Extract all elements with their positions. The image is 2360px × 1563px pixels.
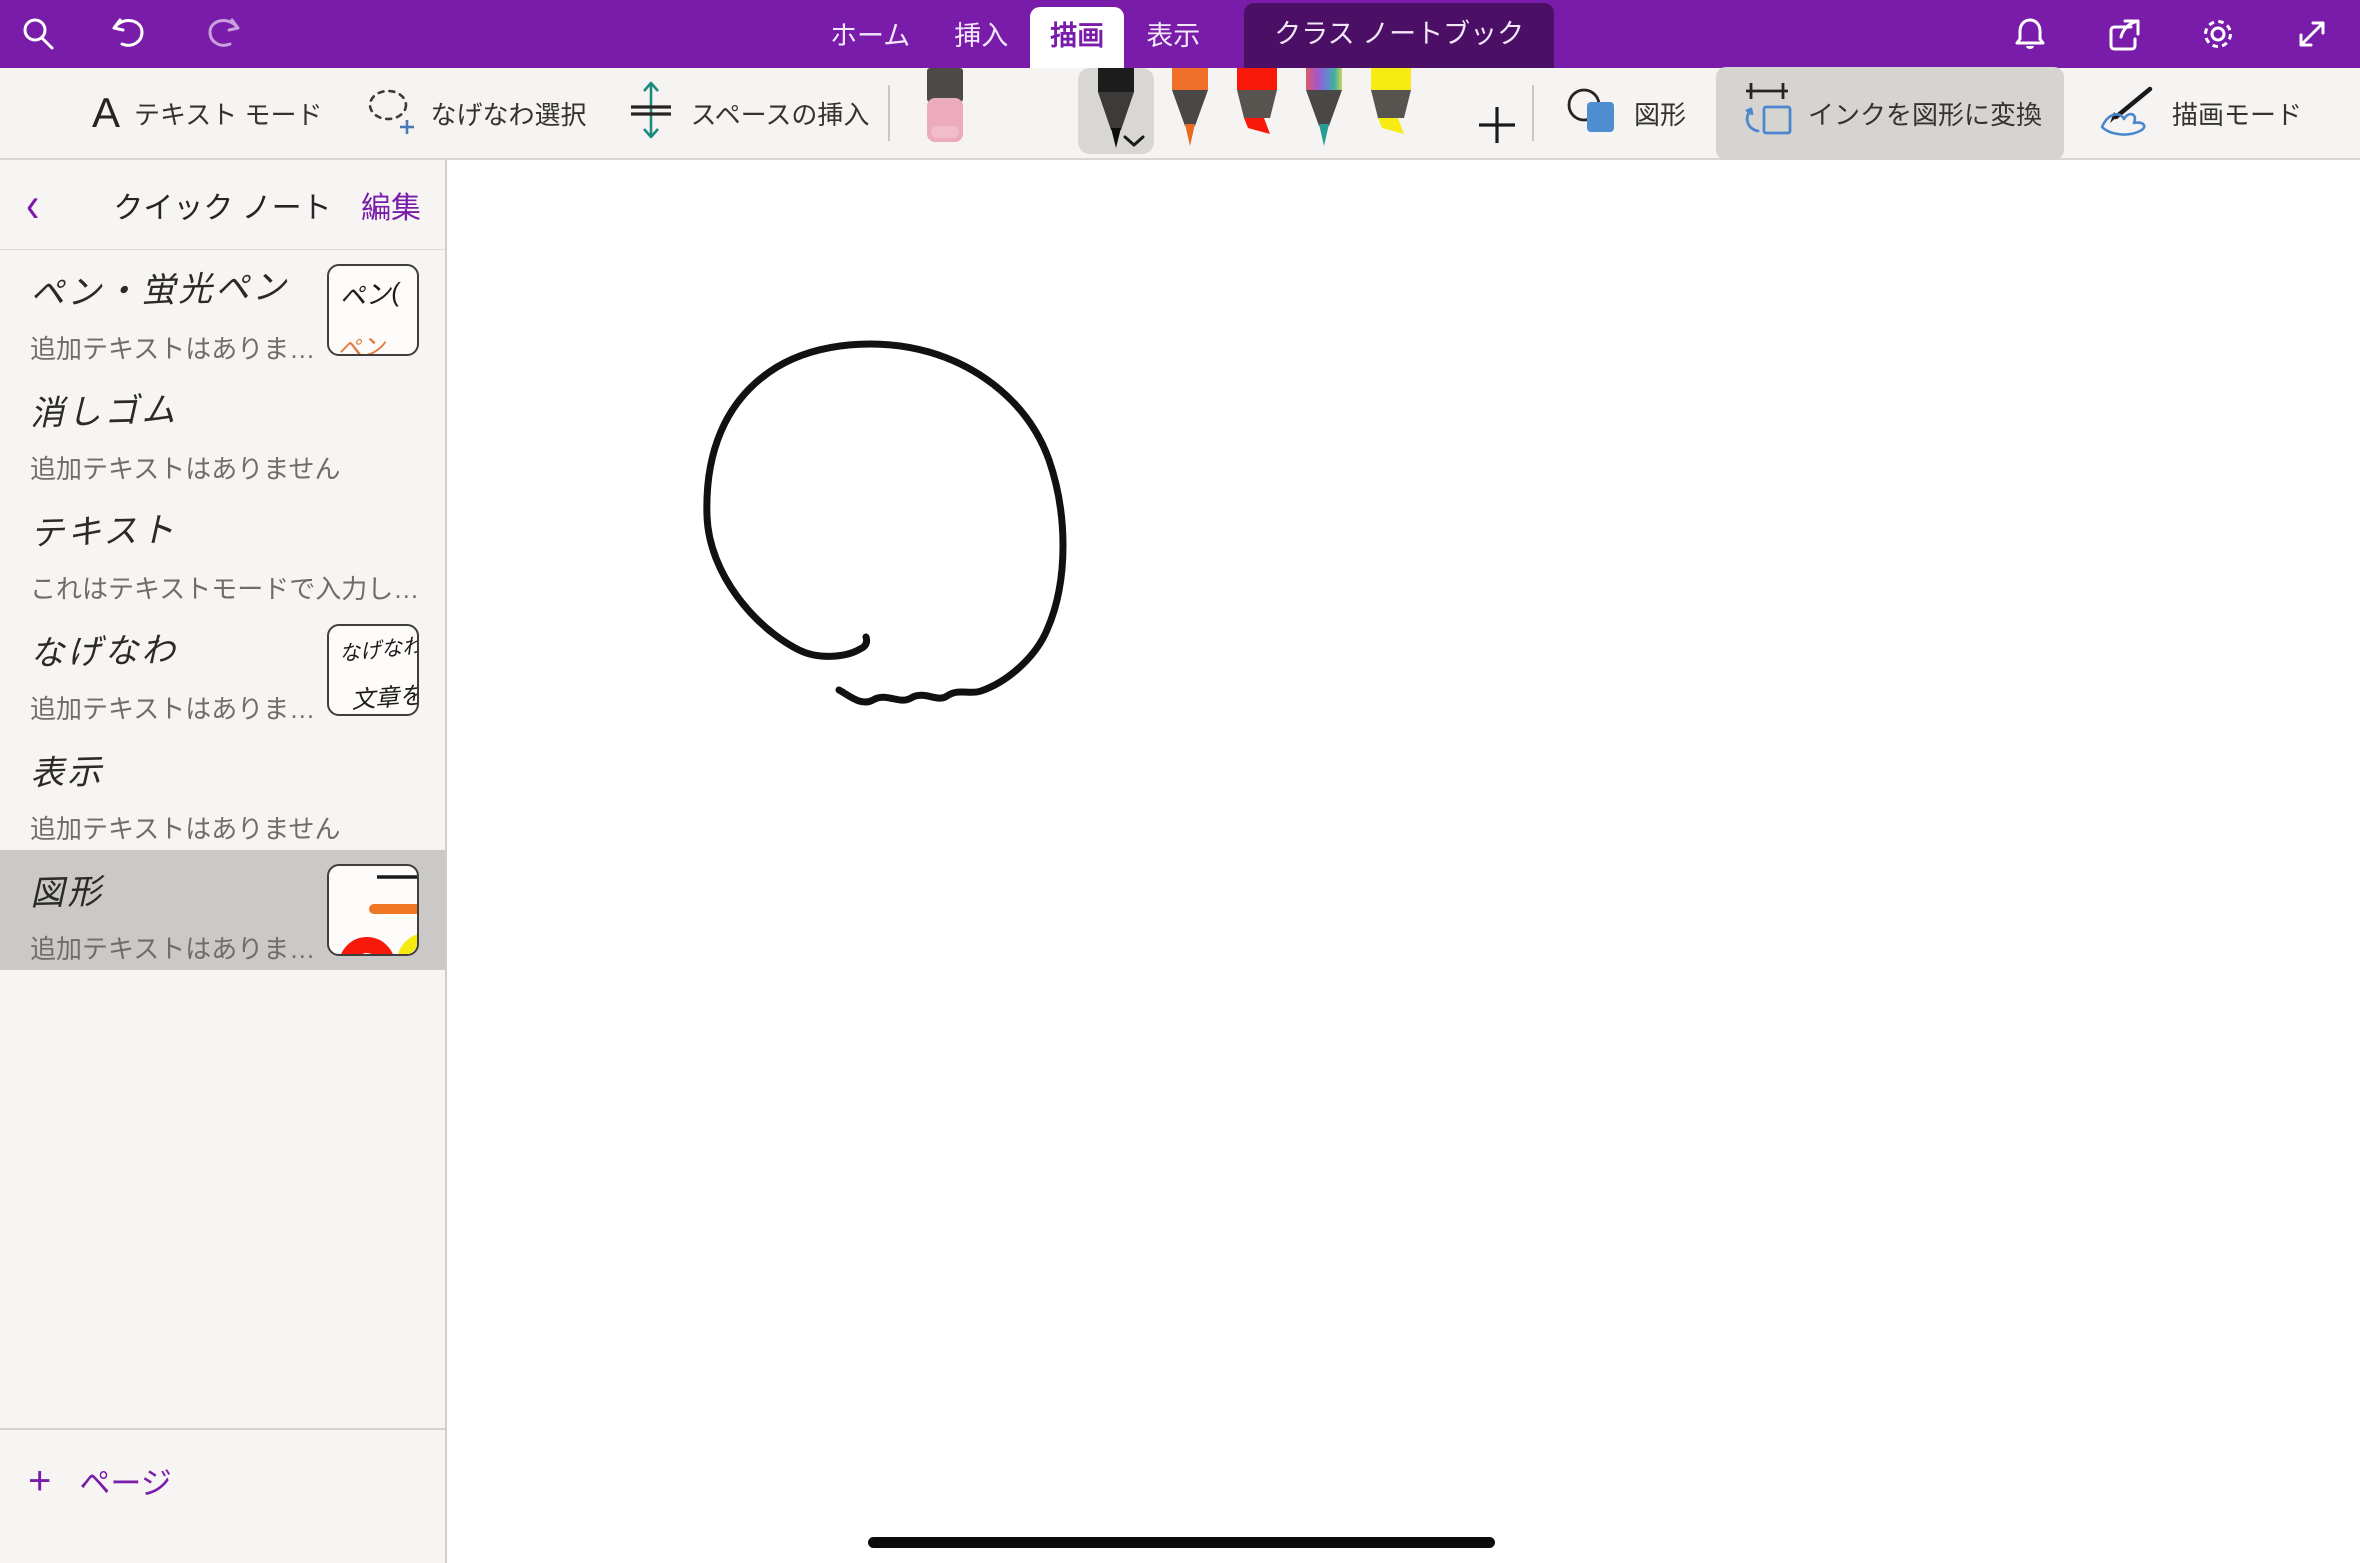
lasso-select-button[interactable]: なげなわ選択 [362, 83, 586, 144]
undo-icon[interactable] [110, 14, 150, 54]
pen-black-selected[interactable] [1078, 68, 1154, 154]
page-item-lasso[interactable]: なげなわ 追加テキストはありま… なげなわ 文章を [0, 610, 445, 730]
sidebar-header: ‹ クイック ノート 編集 [0, 160, 445, 250]
ink-to-shape-button[interactable]: インクを図形に変換 [1716, 67, 2064, 160]
gear-icon[interactable] [2198, 14, 2238, 54]
shapes-label: 図形 [1634, 95, 1686, 132]
text-mode-label: テキスト モード [134, 95, 322, 132]
page-item-view[interactable]: 表示 追加テキストはありません [0, 730, 445, 850]
page-list: ペン・蛍光ペン 追加テキストはありま… ペン( ペン 消しゴム 追加テキストはあ… [0, 250, 445, 970]
pen-tray [922, 68, 1518, 155]
ink-to-shape-icon [1738, 81, 1794, 146]
search-icon[interactable] [18, 14, 58, 54]
tab-home[interactable]: ホーム [808, 7, 932, 68]
highlighter-red[interactable] [1234, 68, 1280, 153]
plus-icon [1476, 104, 1518, 146]
lasso-label: なげなわ選択 [430, 95, 586, 132]
shapes-icon [1564, 85, 1620, 142]
tab-view[interactable]: 表示 [1124, 7, 1222, 68]
top-app-bar: ホーム 挿入 描画 表示 クラス ノートブック [0, 0, 2360, 68]
lasso-icon [362, 83, 416, 144]
thumb-ink-black: ペン( [337, 270, 418, 315]
page-item-shapes-selected[interactable]: 図形 追加テキストはありま… [0, 850, 445, 970]
pen-options-chevron-icon[interactable] [1122, 134, 1146, 148]
thumb-ink-black: なげなわ [338, 630, 419, 668]
page-item-eraser[interactable]: 消しゴム 追加テキストはありません [0, 370, 445, 490]
sidebar-footer: + ページ [0, 1428, 445, 1563]
thumb-ink-orange: ペン [336, 324, 418, 356]
shapes-button[interactable]: 図形 [1564, 85, 1686, 142]
tab-draw[interactable]: 描画 [1030, 7, 1124, 68]
page-title: ペン・蛍光ペン [29, 259, 289, 315]
insert-space-label: スペースの挿入 [690, 95, 869, 132]
page-title: 消しゴム [29, 382, 178, 435]
bell-icon[interactable] [2010, 14, 2050, 54]
insert-space-button[interactable]: スペースの挿入 [626, 81, 869, 146]
ribbon-right-tools: 図形 インクを図形に変換 描画モード [1532, 68, 2302, 158]
add-page-label: ページ [79, 1458, 171, 1503]
add-page-button[interactable]: + ページ [28, 1458, 445, 1503]
page-thumbnail: なげなわ 文章を [327, 624, 419, 716]
draw-mode-icon [2094, 83, 2158, 144]
page-thumbnail: ペン( ペン [327, 264, 419, 356]
draw-mode-button[interactable]: 描画モード [2094, 83, 2302, 144]
ribbon-divider [888, 85, 890, 141]
page-title: なげなわ [29, 622, 178, 675]
insert-space-icon [626, 81, 676, 146]
ink-to-shape-label: インクを図形に変換 [1808, 95, 2042, 132]
pen-rainbow[interactable] [1302, 68, 1346, 155]
topbar-left-icons [18, 0, 242, 68]
expand-icon[interactable] [2292, 14, 2332, 54]
draw-mode-label: 描画モード [2172, 95, 2302, 132]
page-item-text[interactable]: テキスト これはテキストモードで入力し… [0, 490, 445, 610]
text-mode-button[interactable]: A テキスト モード [92, 92, 322, 134]
tab-class-notebook[interactable]: クラス ノートブック [1244, 3, 1554, 68]
thumb-ink-black: 文章を [350, 676, 418, 716]
highlighter-yellow[interactable] [1368, 68, 1414, 153]
tab-insert[interactable]: 挿入 [932, 7, 1030, 68]
page-title: 表示 [29, 744, 104, 795]
drawing-canvas[interactable] [447, 160, 2360, 1563]
share-icon[interactable] [2104, 14, 2144, 54]
ribbon-tabs: ホーム 挿入 描画 表示 クラス ノートブック [808, 0, 1554, 68]
pen-orange[interactable] [1168, 68, 1212, 155]
ribbon-divider [1532, 85, 1534, 141]
ribbon-left-tools: A テキスト モード なげなわ選択 スペースの挿入 [92, 68, 869, 158]
eraser-tool[interactable] [922, 68, 968, 153]
home-indicator[interactable] [868, 1537, 1495, 1548]
redo-icon[interactable] [202, 14, 242, 54]
page-list-sidebar: ‹ クイック ノート 編集 ペン・蛍光ペン 追加テキストはありま… ペン( ペン… [0, 160, 447, 1563]
topbar-right-icons [2010, 0, 2332, 68]
plus-icon: + [28, 1461, 51, 1501]
page-subtitle: 追加テキストはありません [30, 809, 445, 846]
page-subtitle: これはテキストモードで入力し… [30, 569, 445, 606]
add-pen-button[interactable] [1476, 104, 1518, 151]
page-title: テキスト [29, 502, 177, 555]
ink-stroke-circle [707, 344, 1063, 702]
ink-layer [447, 160, 2360, 1563]
page-thumbnail [327, 864, 419, 956]
draw-ribbon: A テキスト モード なげなわ選択 スペースの挿入 [0, 68, 2360, 160]
onenote-app: ホーム 挿入 描画 表示 クラス ノートブック A テキスト [0, 0, 2360, 1563]
text-mode-icon: A [92, 92, 120, 134]
page-subtitle: 追加テキストはありません [30, 449, 445, 486]
edit-button[interactable]: 編集 [361, 183, 421, 227]
page-title: 図形 [29, 864, 104, 915]
page-item-pen[interactable]: ペン・蛍光ペン 追加テキストはありま… ペン( ペン [0, 250, 445, 370]
